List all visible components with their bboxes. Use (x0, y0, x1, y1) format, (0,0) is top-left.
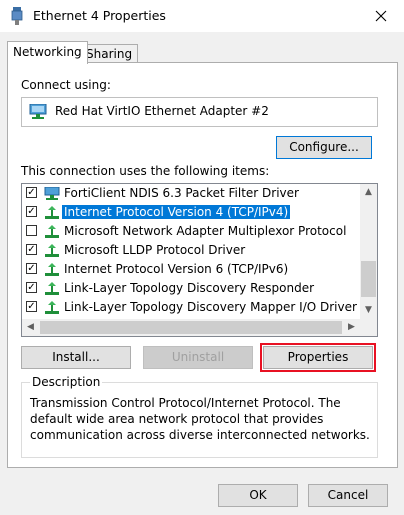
networking-panel: Connect using: Red Hat VirtIO Ethernet A… (7, 62, 398, 468)
item-label: Microsoft LLDP Protocol Driver (64, 243, 246, 257)
item-checkbox[interactable]: ✓ (26, 263, 37, 274)
close-icon (375, 10, 387, 22)
description-group: Description Transmission Control Protoco… (21, 375, 378, 458)
item-label: Link-Layer Topology Discovery Mapper I/O… (64, 300, 357, 314)
vertical-scroll-thumb[interactable] (361, 261, 376, 297)
list-item[interactable]: ✓ FortiClient NDIS 6.3 Packet Filter Dri… (22, 184, 353, 203)
protocol-icon (45, 225, 59, 238)
uninstall-button[interactable]: Uninstall (143, 346, 253, 369)
description-text: Transmission Control Protocol/Internet P… (30, 396, 370, 442)
ethernet-icon (11, 7, 23, 25)
item-checkbox[interactable]: ✓ (26, 282, 37, 293)
scroll-up-icon[interactable]: ▲ (360, 184, 377, 201)
item-label: FortiClient NDIS 6.3 Packet Filter Drive… (64, 186, 299, 200)
items-list: ✓ FortiClient NDIS 6.3 Packet Filter Dri… (21, 183, 378, 337)
protocol-icon (45, 282, 59, 295)
properties-button[interactable]: Properties (260, 343, 376, 372)
window-title: Ethernet 4 Properties (33, 8, 166, 23)
list-item[interactable]: ✓ Internet Protocol Version 4 (TCP/IPv4) (22, 203, 353, 222)
protocol-icon (45, 301, 59, 314)
vertical-scrollbar[interactable]: ▲ ▼ (360, 184, 377, 319)
item-label: Internet Protocol Version 6 (TCP/IPv6) (64, 262, 289, 276)
connect-using-label: Connect using: (21, 78, 111, 92)
scroll-right-icon[interactable]: ▶ (343, 319, 360, 336)
network-adapter-icon (29, 104, 47, 119)
item-checkbox[interactable]: ✓ (26, 244, 37, 255)
tab-sharing[interactable]: Sharing (80, 44, 139, 63)
configure-button[interactable]: Configure... (276, 136, 372, 159)
tab-networking[interactable]: Networking (7, 41, 88, 64)
scroll-corner (360, 319, 377, 336)
item-checkbox[interactable] (26, 225, 37, 236)
item-checkbox[interactable]: ✓ (26, 187, 37, 198)
description-title: Description (30, 375, 103, 389)
adapter-box: Red Hat VirtIO Ethernet Adapter #2 (21, 97, 378, 127)
list-item[interactable]: Microsoft Network Adapter Multiplexor Pr… (22, 222, 353, 241)
scroll-down-icon[interactable]: ▼ (360, 302, 377, 319)
horizontal-scroll-thumb[interactable] (40, 321, 342, 334)
item-checkbox[interactable]: ✓ (26, 301, 37, 312)
item-label: Internet Protocol Version 4 (TCP/IPv4) (62, 205, 291, 219)
protocol-icon (45, 244, 59, 257)
list-item[interactable]: ✓ Link-Layer Topology Discovery Mapper I… (22, 298, 357, 317)
item-checkbox[interactable]: ✓ (26, 206, 37, 217)
install-button[interactable]: Install... (21, 346, 131, 369)
items-label: This connection uses the following items… (21, 164, 270, 178)
scroll-left-icon[interactable]: ◀ (22, 319, 39, 336)
item-label: Link-Layer Topology Discovery Responder (64, 281, 315, 295)
list-item[interactable]: ✓ Link-Layer Topology Discovery Responde… (22, 279, 353, 298)
list-item[interactable]: ✓ Internet Protocol Version 6 (TCP/IPv6) (22, 260, 353, 279)
cancel-button[interactable]: Cancel (308, 484, 388, 507)
ok-button[interactable]: OK (218, 484, 298, 507)
network-adapter-icon (44, 187, 60, 200)
adapter-name: Red Hat VirtIO Ethernet Adapter #2 (55, 104, 269, 118)
item-label: Microsoft Network Adapter Multiplexor Pr… (64, 224, 347, 238)
close-button[interactable] (358, 0, 404, 32)
title-bar: Ethernet 4 Properties (0, 0, 404, 32)
horizontal-scrollbar[interactable]: ◀ ▶ (22, 319, 360, 336)
protocol-icon (45, 206, 59, 219)
list-item[interactable]: ✓ Microsoft LLDP Protocol Driver (22, 241, 353, 260)
protocol-icon (45, 263, 59, 276)
